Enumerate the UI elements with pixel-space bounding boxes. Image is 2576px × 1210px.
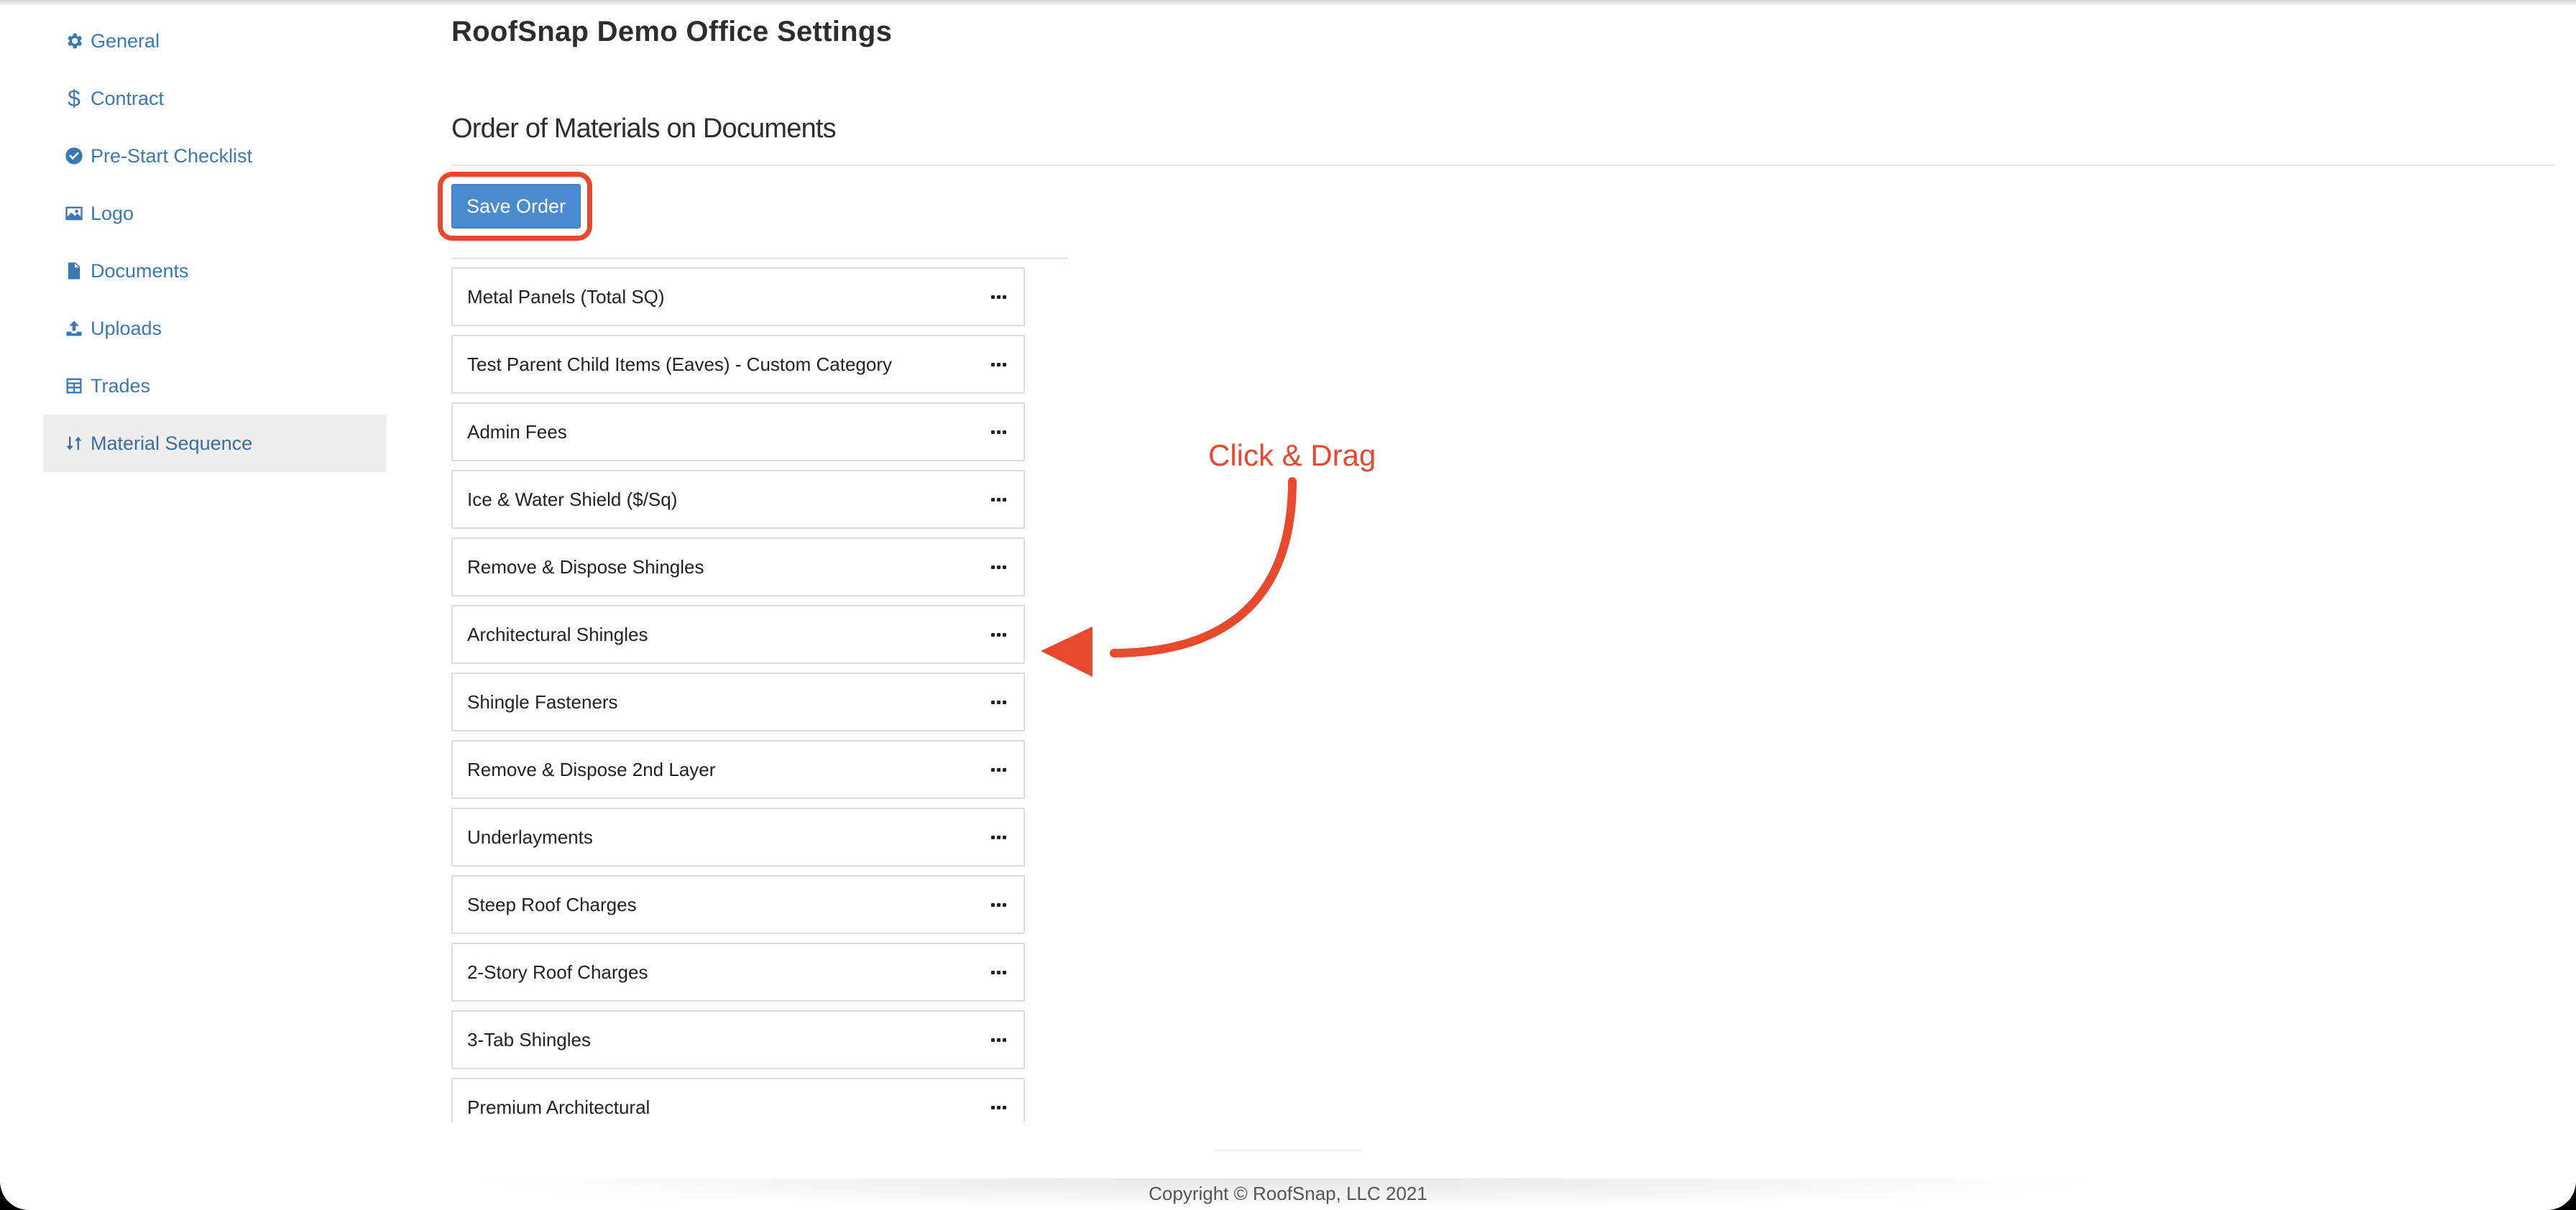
material-row[interactable]: Remove & Dispose Shingles (451, 537, 1025, 596)
material-row[interactable]: Architectural Shingles (451, 605, 1025, 664)
material-row[interactable]: Test Parent Child Items (Eaves) - Custom… (451, 335, 1025, 394)
material-label: 2-Story Roof Charges (467, 961, 648, 983)
app-window: General $ Contract Pre-Start Checklist L… (0, 0, 2576, 1210)
material-row[interactable]: Admin Fees (451, 402, 1025, 461)
material-label: Ice & Water Shield ($/Sq) (467, 488, 678, 510)
material-row[interactable]: Underlayments (451, 808, 1025, 867)
material-label: Underlayments (467, 826, 593, 848)
material-label: Remove & Dispose 2nd Layer (467, 758, 716, 780)
more-options-icon[interactable] (987, 629, 1011, 641)
more-options-icon[interactable] (987, 426, 1011, 438)
material-row[interactable]: Shingle Fasteners (451, 673, 1025, 731)
material-label: Remove & Dispose Shingles (467, 555, 704, 578)
footer-divider (1213, 1150, 1363, 1151)
more-options-icon[interactable] (987, 1034, 1011, 1046)
material-row[interactable]: Remove & Dispose 2nd Layer (451, 740, 1025, 799)
material-row[interactable]: Premium Architectural (451, 1078, 1025, 1122)
material-row[interactable]: Ice & Water Shield ($/Sq) (451, 470, 1025, 529)
material-label: Admin Fees (467, 420, 567, 443)
material-label: Test Parent Child Items (Eaves) - Custom… (467, 353, 892, 375)
curved-arrow-icon (1041, 477, 1297, 677)
copyright-text: Copyright © RoofSnap, LLC 2021 (1149, 1183, 1427, 1204)
more-options-icon[interactable] (987, 291, 1011, 303)
material-row[interactable]: Steep Roof Charges (451, 875, 1025, 934)
material-label: Steep Roof Charges (467, 893, 637, 915)
more-options-icon[interactable] (987, 966, 1011, 979)
more-options-icon[interactable] (987, 359, 1011, 371)
click-drag-annotation: Click & Drag (1208, 438, 1376, 472)
more-options-icon[interactable] (987, 831, 1011, 844)
material-label: 3-Tab Shingles (467, 1028, 591, 1050)
material-label: Metal Panels (Total SQ) (467, 285, 665, 308)
more-options-icon[interactable] (987, 494, 1011, 506)
more-options-icon[interactable] (987, 764, 1011, 776)
material-label: Architectural Shingles (467, 623, 648, 645)
material-row[interactable]: 2-Story Roof Charges (451, 943, 1025, 1002)
material-label: Shingle Fasteners (467, 691, 618, 713)
more-options-icon[interactable] (987, 696, 1011, 708)
more-options-icon[interactable] (987, 1102, 1011, 1114)
material-row[interactable]: 3-Tab Shingles (451, 1010, 1025, 1069)
more-options-icon[interactable] (987, 899, 1011, 911)
material-row[interactable]: Metal Panels (Total SQ) (451, 267, 1025, 326)
more-options-icon[interactable] (987, 561, 1011, 573)
material-label: Premium Architectural (467, 1096, 650, 1118)
